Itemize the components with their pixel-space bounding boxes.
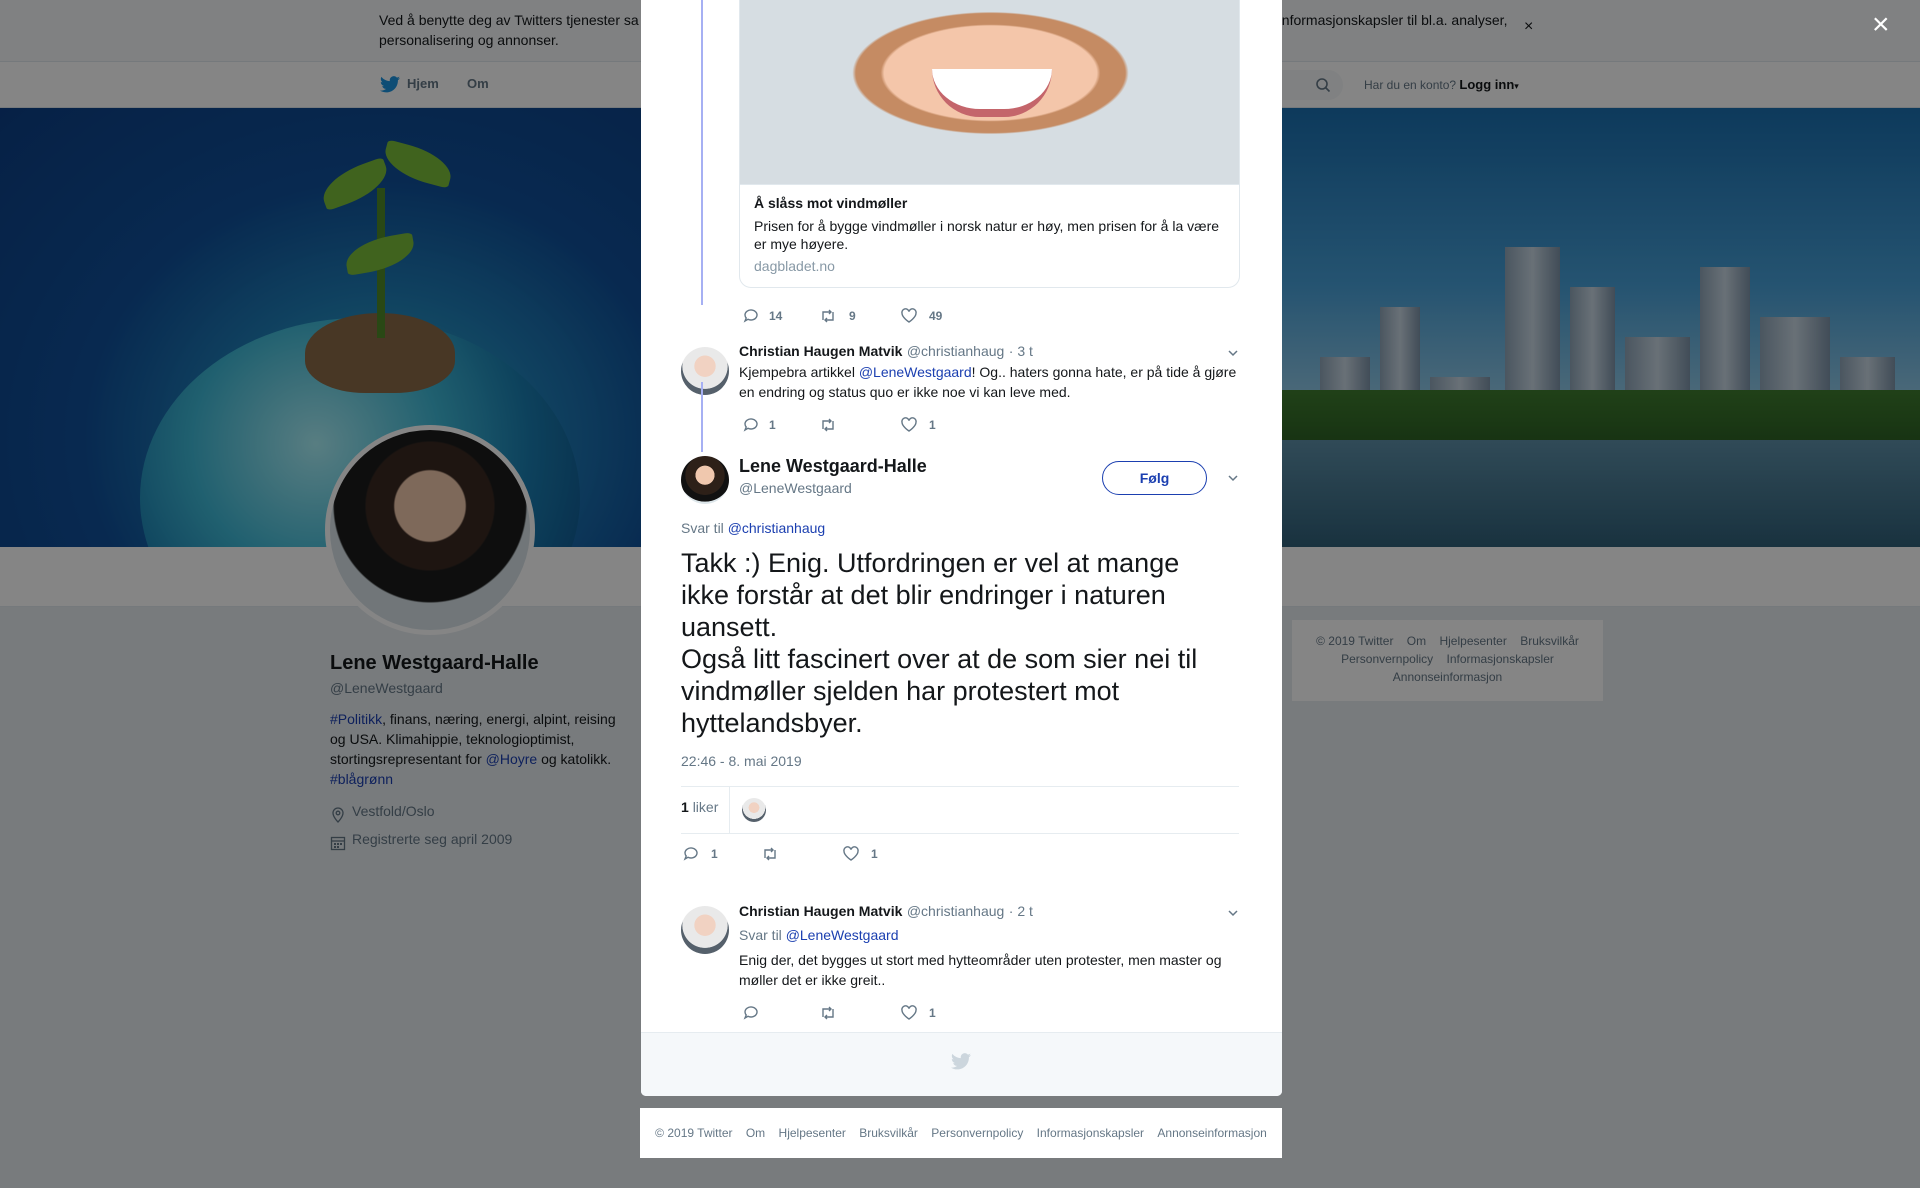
like-count: 1 bbox=[871, 847, 878, 861]
mention-link[interactable]: @LeneWestgaard bbox=[786, 927, 899, 943]
reply-count: 1 bbox=[769, 418, 776, 432]
liker-avatar[interactable] bbox=[742, 798, 766, 822]
card-body: Å slåss mot vindmøller Prisen for å bygg… bbox=[740, 184, 1239, 287]
modal-footer bbox=[641, 1032, 1282, 1096]
reply-count: 14 bbox=[769, 309, 783, 323]
reply-to: Svar til @LeneWestgaard bbox=[739, 927, 899, 943]
main-tweet-timestamp[interactable]: 22:46 - 8. mai 2019 bbox=[681, 753, 802, 769]
heart-icon[interactable] bbox=[900, 1004, 918, 1022]
chevron-down-icon[interactable] bbox=[1226, 471, 1240, 485]
retweet-icon[interactable] bbox=[819, 1004, 837, 1022]
heart-icon[interactable] bbox=[842, 845, 860, 863]
follow-button[interactable]: Følg bbox=[1102, 461, 1207, 495]
close-icon[interactable]: × bbox=[1872, 10, 1890, 40]
divider bbox=[681, 833, 1239, 834]
card-title: Å slåss mot vindmøller bbox=[754, 195, 908, 211]
main-author-name[interactable]: Lene Westgaard-Halle bbox=[739, 456, 927, 477]
footer-link-cookies[interactable]: Informasjonskapsler bbox=[1037, 1126, 1144, 1140]
footer-link-privacy[interactable]: Personvernpolicy bbox=[931, 1126, 1023, 1140]
author-handle[interactable]: @christianhaug bbox=[907, 903, 1005, 919]
reply-icon[interactable] bbox=[742, 416, 760, 434]
footer-link-ads[interactable]: Annonseinformasjon bbox=[1157, 1126, 1266, 1140]
divider bbox=[681, 786, 1239, 787]
card-domain: dagbladet.no bbox=[754, 258, 835, 274]
like-count: 49 bbox=[929, 309, 943, 323]
tweet-time[interactable]: · 3 t bbox=[1009, 343, 1033, 359]
avatar[interactable] bbox=[681, 347, 729, 395]
reply-to: Svar til @christianhaug bbox=[681, 520, 826, 536]
footer-link-about[interactable]: Om bbox=[746, 1126, 765, 1140]
author-name[interactable]: Christian Haugen Matvik bbox=[739, 343, 902, 359]
tweet-time[interactable]: · 2 t bbox=[1009, 903, 1033, 919]
mention-link[interactable]: @christianhaug bbox=[728, 520, 826, 536]
retweet-icon[interactable] bbox=[761, 845, 779, 863]
like-count: 1 bbox=[929, 1006, 936, 1020]
heart-icon[interactable] bbox=[900, 416, 918, 434]
tweet-text: Kjempebra artikkel @LeneWestgaard! Og.. … bbox=[739, 364, 1237, 400]
reply-icon[interactable] bbox=[742, 1004, 760, 1022]
divider bbox=[729, 787, 730, 833]
tweet-header: Christian Haugen Matvik @christianhaug ·… bbox=[739, 903, 1033, 921]
modal-bottom-footer: © 2019 Twitter Om Hjelpesenter Bruksvilk… bbox=[640, 1108, 1282, 1158]
tweet-modal: Å slåss mot vindmøller Prisen for å bygg… bbox=[641, 0, 1282, 1096]
reply-icon[interactable] bbox=[742, 307, 760, 325]
heart-icon[interactable] bbox=[900, 307, 918, 325]
retweet-count: 9 bbox=[849, 309, 856, 323]
thread-line bbox=[701, 0, 703, 305]
avatar[interactable] bbox=[681, 456, 729, 504]
reply-icon[interactable] bbox=[682, 845, 700, 863]
chevron-down-icon[interactable] bbox=[1226, 906, 1240, 920]
avatar[interactable] bbox=[681, 906, 729, 954]
tweet-text: Enig der, det bygges ut stort med hytteo… bbox=[739, 952, 1222, 988]
link-card[interactable]: Å slåss mot vindmøller Prisen for å bygg… bbox=[739, 0, 1240, 288]
like-count: 1 bbox=[929, 418, 936, 432]
card-description: Prisen for å bygge vindmøller i norsk na… bbox=[754, 218, 1220, 252]
likes-summary[interactable]: 1 liker bbox=[681, 799, 718, 815]
retweet-icon[interactable] bbox=[819, 416, 837, 434]
footer-copyright: © 2019 Twitter bbox=[655, 1126, 733, 1140]
main-author-handle[interactable]: @LeneWestgaard bbox=[739, 480, 852, 496]
retweet-icon[interactable] bbox=[819, 307, 837, 325]
author-handle[interactable]: @christianhaug bbox=[907, 343, 1005, 359]
main-tweet-text: Takk :) Enig. Utfordringen er vel at man… bbox=[681, 548, 1198, 738]
author-name[interactable]: Christian Haugen Matvik bbox=[739, 903, 902, 919]
mention-link[interactable]: @LeneWestgaard bbox=[859, 364, 972, 380]
twitter-bird-icon bbox=[951, 1053, 971, 1070]
thread-line bbox=[701, 382, 703, 452]
tweet-header: Christian Haugen Matvik @christianhaug ·… bbox=[739, 343, 1033, 361]
reply-count: 1 bbox=[711, 847, 718, 861]
footer-link-help[interactable]: Hjelpesenter bbox=[779, 1126, 846, 1140]
chevron-down-icon[interactable] bbox=[1226, 346, 1240, 360]
footer-link-terms[interactable]: Bruksvilkår bbox=[859, 1126, 918, 1140]
card-image bbox=[740, 0, 1239, 184]
